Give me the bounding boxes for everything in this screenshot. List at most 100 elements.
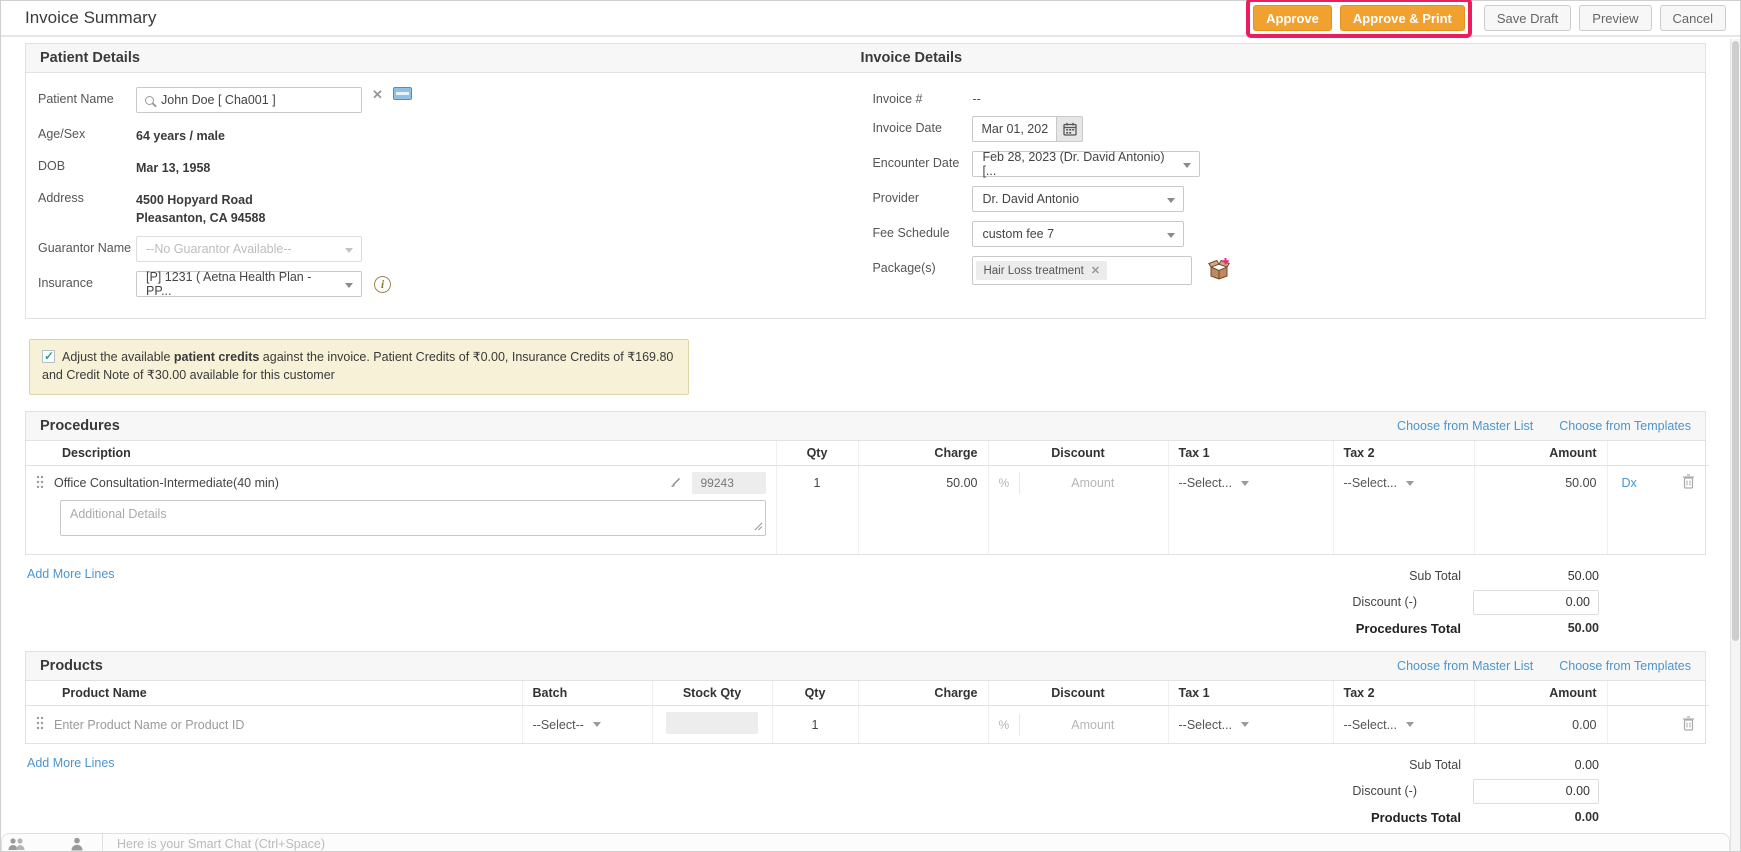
products-total-label: Products Total <box>1370 809 1461 825</box>
col-tax1: Tax 1 <box>1167 681 1333 706</box>
guarantor-label: Guarantor Name <box>38 241 132 255</box>
packages-input[interactable]: Hair Loss treatment ✕ <box>972 256 1193 285</box>
col-charge: Charge <box>857 681 988 706</box>
save-draft-button[interactable]: Save Draft <box>1483 5 1572 31</box>
details-card: Patient Details Invoice Details Patient … <box>25 43 1706 319</box>
products-discount-input[interactable] <box>1473 778 1599 804</box>
additional-details-wrap <box>60 500 766 539</box>
calendar-icon[interactable] <box>1056 116 1084 142</box>
package-chip: Hair Loss treatment ✕ <box>976 261 1108 280</box>
insurance-info-icon[interactable]: i <box>374 276 391 293</box>
invoice-date-label: Invoice Date <box>872 121 942 135</box>
product-name-input[interactable] <box>54 717 512 732</box>
chevron-down-icon <box>1167 233 1176 238</box>
procedures-add-more-lines-link[interactable]: Add More Lines <box>27 567 115 581</box>
procedures-templates-link[interactable]: Choose from Templates <box>1559 419 1691 433</box>
dx-link[interactable]: Dx <box>1622 476 1637 490</box>
procedures-subtotal-value: 50.00 <box>1567 569 1599 583</box>
age-sex-value: 64 years / male <box>136 129 225 143</box>
patient-details-title: Patient Details <box>40 50 140 66</box>
chevron-down-icon <box>1167 198 1176 203</box>
batch-select[interactable]: --Select-- <box>533 718 601 732</box>
additional-details-input[interactable] <box>60 500 766 536</box>
patient-card-icon[interactable] <box>392 87 412 100</box>
drag-handle-icon[interactable] <box>36 475 44 492</box>
procedure-code[interactable]: 99243 <box>691 472 766 494</box>
add-package-icon[interactable] <box>1208 258 1231 283</box>
col-tax1: Tax 1 <box>1167 441 1333 466</box>
procedure-discount-input[interactable] <box>1028 476 1158 490</box>
patient-name-input[interactable] <box>136 87 362 113</box>
discount-percent-toggle[interactable]: % <box>999 472 1021 494</box>
provider-select[interactable]: Dr. David Antonio <box>972 186 1185 212</box>
products-master-list-link[interactable]: Choose from Master List <box>1397 659 1533 673</box>
product-tax2-select[interactable]: --Select... <box>1344 718 1414 732</box>
header-actions: Approve Approve & Print Save Draft Previ… <box>1246 0 1726 38</box>
product-qty[interactable]: 1 <box>771 705 858 743</box>
procedure-tax2-select[interactable]: --Select... <box>1344 476 1414 490</box>
insurance-label: Insurance <box>38 276 93 290</box>
remove-package-icon[interactable]: ✕ <box>1091 264 1100 277</box>
product-tax1-select[interactable]: --Select... <box>1179 718 1249 732</box>
trash-icon[interactable] <box>1682 715 1695 734</box>
col-charge: Charge <box>857 441 988 466</box>
vertical-scrollbar[interactable] <box>1730 39 1740 851</box>
patient-name-value[interactable] <box>161 93 353 107</box>
chevron-down-icon <box>1406 480 1414 486</box>
approve-button[interactable]: Approve <box>1253 5 1332 31</box>
patient-details-section: Patient Name ✕ Age/Sex 64 years / male D… <box>26 73 860 318</box>
main-content: Patient Details Invoice Details Patient … <box>1 39 1730 851</box>
drag-handle-icon[interactable] <box>36 716 44 733</box>
procedure-charge[interactable]: 50.00 <box>857 465 988 500</box>
procedures-discount-input[interactable] <box>1473 589 1599 615</box>
product-discount-input[interactable] <box>1028 717 1158 732</box>
procedure-row: Office Consultation-Intermediate(40 min)… <box>26 465 1709 500</box>
encounter-date-select[interactable]: Feb 28, 2023 (Dr. David Antonio) [... <box>972 150 1201 178</box>
products-templates-link[interactable]: Choose from Templates <box>1559 659 1691 673</box>
invoice-number-value: -- <box>972 92 981 106</box>
procedure-qty[interactable]: 1 <box>775 465 858 500</box>
procedures-subtotal-label: Sub Total <box>1409 569 1461 583</box>
edit-icon[interactable] <box>670 476 682 490</box>
fee-schedule-select[interactable]: custom fee 7 <box>972 221 1185 247</box>
col-stock-qty: Stock Qty <box>651 681 772 706</box>
group-chat-icon[interactable] <box>8 837 26 851</box>
col-batch: Batch <box>521 681 652 706</box>
insurance-select[interactable]: [P] 1231 ( Aetna Health Plan - PP... <box>136 270 362 298</box>
col-description: Description <box>26 441 776 466</box>
procedures-table: Description Qty Charge Discount Tax 1 Ta… <box>26 441 1709 554</box>
adjust-credits-checkbox[interactable] <box>42 348 55 365</box>
invoice-date-input[interactable] <box>972 116 1057 142</box>
cancel-button[interactable]: Cancel <box>1659 5 1726 31</box>
procedures-total-label: Procedures Total <box>1355 620 1461 636</box>
col-tax2: Tax 2 <box>1332 681 1474 706</box>
smart-chat-bar <box>1 833 1730 851</box>
fee-schedule-label: Fee Schedule <box>872 226 950 240</box>
dob-value: Mar 13, 1958 <box>136 161 211 175</box>
smart-chat-input[interactable] <box>117 837 1085 851</box>
trash-icon[interactable] <box>1682 474 1695 492</box>
procedure-tax1-select[interactable]: --Select... <box>1179 476 1249 490</box>
col-qty: Qty <box>771 681 858 706</box>
products-title: Products <box>40 658 103 674</box>
procedures-master-list-link[interactable]: Choose from Master List <box>1397 419 1533 433</box>
clear-patient-icon[interactable]: ✕ <box>372 87 383 103</box>
chevron-down-icon <box>1241 480 1249 486</box>
preview-button[interactable]: Preview <box>1579 5 1652 31</box>
invoice-number-label: Invoice # <box>872 92 923 106</box>
person-chat-icon[interactable] <box>70 837 84 851</box>
patient-credits-notice: Adjust the available patient credits aga… <box>29 339 689 395</box>
procedures-discount-label: Discount (-) <box>1352 595 1417 609</box>
discount-percent-toggle[interactable]: % <box>999 713 1021 736</box>
products-subtotal-label: Sub Total <box>1409 758 1461 772</box>
product-charge[interactable] <box>857 705 988 743</box>
procedure-description[interactable]: Office Consultation-Intermediate(40 min) <box>54 476 279 490</box>
products-add-more-lines-link[interactable]: Add More Lines <box>27 756 115 770</box>
chevron-down-icon <box>1183 163 1192 168</box>
col-amount: Amount <box>1473 681 1607 706</box>
resize-handle-icon[interactable] <box>754 520 763 534</box>
guarantor-select[interactable]: --No Guarantor Available-- <box>136 236 362 262</box>
approve-print-button[interactable]: Approve & Print <box>1339 5 1465 31</box>
chevron-down-icon <box>592 722 601 727</box>
scrollbar-thumb[interactable] <box>1732 41 1739 641</box>
